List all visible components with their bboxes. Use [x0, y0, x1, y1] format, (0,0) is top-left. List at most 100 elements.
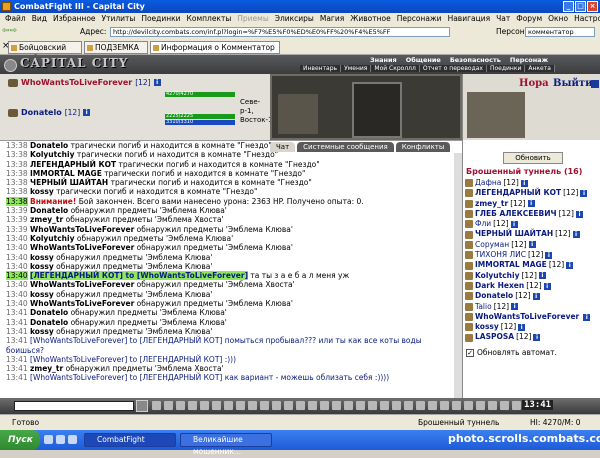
info-icon[interactable]: i [528, 241, 536, 249]
player-name[interactable]: WhoWantsToLiveForever [475, 312, 579, 322]
menu-item[interactable]: Избранное [50, 13, 99, 25]
toolbar-icon[interactable] [428, 401, 437, 410]
sub-nav-item[interactable]: Умения [341, 65, 372, 72]
menu-item[interactable]: Магия [317, 13, 347, 25]
player-name[interactable]: ТИХОНЯ ЛИС [475, 250, 526, 260]
player-list-item[interactable]: Talio [12] i [465, 302, 600, 312]
main-nav-item[interactable]: Персонаж [510, 56, 548, 64]
start-button[interactable]: Пуск [0, 430, 40, 450]
info-icon[interactable]: i [575, 210, 583, 218]
arena-door[interactable] [352, 82, 402, 138]
player-list-item[interactable]: ЛЕГЕНДАРНЫЙ КОТ [12] i [465, 188, 600, 198]
toolbar-icon[interactable] [284, 401, 293, 410]
player-list-item[interactable]: ТИХОНЯ ЛИС [12] i [465, 250, 600, 260]
player-name[interactable]: ЧЕРНЫЙ ШАЙТАН [475, 229, 553, 239]
chat-scrollbar[interactable] [454, 153, 462, 398]
chat-player-name[interactable]: zmey_tr [30, 364, 63, 373]
toolbar-icon[interactable] [488, 401, 497, 410]
player-name[interactable]: Kolyutchiy [475, 271, 519, 281]
info-icon[interactable]: i [583, 313, 591, 321]
menu-item[interactable]: Навигация [445, 13, 494, 25]
player-name[interactable]: ГЛЕБ АЛЕКСЕЕВИЧ [475, 209, 557, 219]
toolbar-icon[interactable] [332, 401, 341, 410]
toolbar-icon[interactable] [200, 401, 209, 410]
tab-dungeon[interactable]: ПОДЗЕМКА [84, 41, 148, 54]
info-icon[interactable]: i [520, 179, 528, 187]
player-name[interactable]: Dark Hexen [475, 281, 524, 291]
chat-player-name[interactable]: WhoWantsToLiveForever [30, 225, 134, 234]
player-list-item[interactable]: Фли [12] i [465, 219, 600, 229]
chat-player-name[interactable]: kossy [30, 327, 54, 336]
chat-player-name[interactable]: WhoWantsToLiveForever [30, 299, 134, 308]
toolbar-icon[interactable] [380, 401, 389, 410]
toolbar-icon[interactable] [356, 401, 365, 410]
close-button[interactable]: × [587, 1, 598, 12]
toolbar-icon[interactable] [308, 401, 317, 410]
chat-player-name[interactable]: WhoWantsToLiveForever [30, 243, 134, 252]
menu-item[interactable]: Настройки [571, 13, 600, 25]
info-icon[interactable]: i [510, 220, 518, 228]
chat-player-name[interactable]: Donatelo [30, 308, 68, 317]
menu-item[interactable]: Утилиты [99, 13, 139, 25]
toolbar-icon[interactable] [260, 401, 269, 410]
toolbar-icon[interactable] [440, 401, 449, 410]
info-icon[interactable]: i [572, 231, 580, 239]
player-name[interactable]: Donatelo [475, 291, 513, 301]
menu-item[interactable]: Окно [545, 13, 571, 25]
sub-nav-item[interactable]: Отчет о переводах [420, 65, 487, 72]
exit-icon[interactable] [591, 80, 599, 88]
player-name[interactable]: ЛЕГЕНДАРНЫЙ КОТ [475, 188, 561, 198]
player-list-item[interactable]: Соруман [12] i [465, 240, 600, 250]
player-list-item[interactable]: LASPOSA [12] i [465, 332, 600, 342]
player-list-item[interactable]: Kolyutchiy [12] i [465, 271, 600, 281]
info-icon[interactable]: i [566, 262, 574, 270]
menu-item[interactable]: Файл [2, 13, 29, 25]
player-list-item[interactable]: Дафна [12] i [465, 178, 600, 188]
player-name[interactable]: Дафна [475, 178, 501, 188]
minimize-button[interactable]: _ [563, 1, 574, 12]
chat-player-name[interactable]: Kolyutchiy [30, 234, 74, 243]
sub-nav-item[interactable]: Поединки [487, 65, 526, 72]
menu-item[interactable]: Приемы [234, 13, 271, 25]
task-browser[interactable]: Великайшие мошенник... [180, 433, 272, 456]
toolbar-icon[interactable] [296, 401, 305, 410]
info-icon[interactable]: i [527, 200, 535, 208]
toolbar-icon[interactable] [512, 401, 521, 410]
menu-item[interactable]: Чат [493, 13, 513, 25]
toolbar-icon[interactable] [272, 401, 281, 410]
info-icon[interactable]: i [580, 189, 588, 197]
tab-fight-club[interactable]: Бойцовский клуб [8, 41, 82, 63]
url-input[interactable] [110, 27, 450, 37]
info-icon[interactable]: i [543, 282, 551, 290]
media-icon[interactable] [68, 435, 77, 444]
refresh-button[interactable]: Обновить [503, 152, 563, 164]
chat-player-name[interactable]: kossy [30, 290, 54, 299]
chat-player-name[interactable]: ЛЕГЕНДАРНЫЙ КОТ [30, 160, 116, 169]
menu-item[interactable]: Форум [513, 13, 545, 25]
sub-nav-item[interactable]: Анкета [525, 65, 555, 72]
sub-nav-item[interactable]: Инвентарь [300, 65, 342, 72]
info-icon[interactable]: i [83, 109, 91, 116]
player-name[interactable]: kossy [475, 322, 499, 332]
player-name[interactable]: IMMORTAL MAGE [475, 260, 547, 270]
toolbar-icon[interactable] [188, 401, 197, 410]
toolbar-icon[interactable] [164, 401, 173, 410]
player2-name[interactable]: Donatelo [21, 108, 62, 117]
toolbar-icon[interactable] [476, 401, 485, 410]
player-list-item[interactable]: ГЛЕБ АЛЕКСЕЕВИЧ [12] i [465, 209, 600, 219]
menu-item[interactable]: Эликсиры [272, 13, 317, 25]
player-list-item[interactable]: Dark Hexen [12] i [465, 281, 600, 291]
chat-player-name[interactable]: kossy [30, 187, 54, 196]
player-list-item[interactable]: zmey_tr [12] i [465, 199, 600, 209]
player-name[interactable]: LASPOSA [475, 332, 514, 342]
tab-system-messages[interactable]: Системные сообщения [297, 142, 394, 152]
info-icon[interactable]: i [532, 292, 540, 300]
chat-player-name[interactable]: zmey_tr [30, 215, 63, 224]
toolbar-icon[interactable] [344, 401, 353, 410]
info-icon[interactable]: i [538, 272, 546, 280]
player-list-item[interactable]: Donatelo [12] i [465, 291, 600, 301]
toolbar-icon[interactable] [452, 401, 461, 410]
sub-nav-item[interactable]: Мой Скроллл [371, 65, 420, 72]
desktop-icon[interactable] [56, 435, 65, 444]
tab-info[interactable]: Информация о Комментатор [150, 41, 280, 54]
